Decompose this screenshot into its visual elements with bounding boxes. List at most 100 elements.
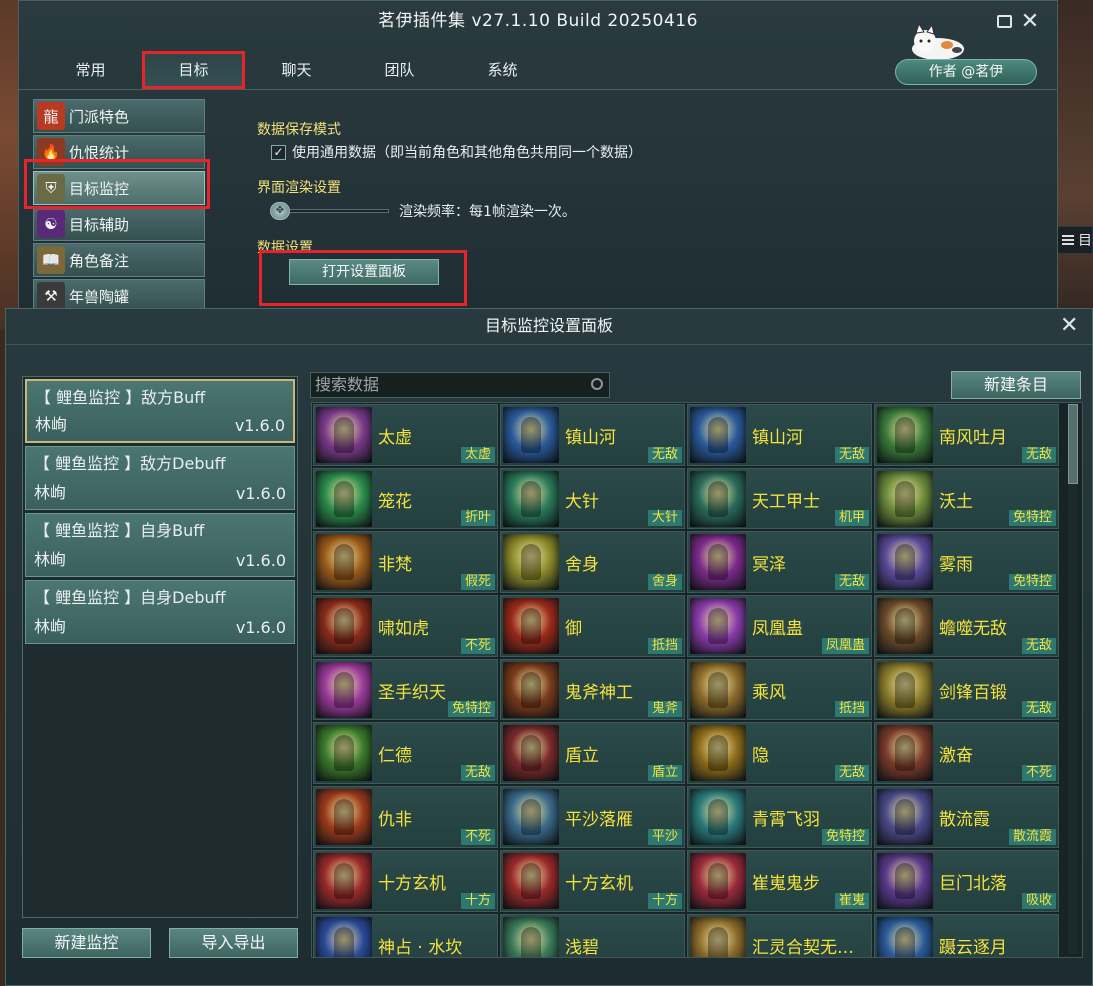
skill-entry[interactable]: 笼花 折叶 (313, 467, 498, 530)
skill-name: 乘风 (752, 682, 786, 703)
purple-figure-icon: ☯ (37, 210, 65, 238)
monitor-version: v1.6.0 (235, 484, 286, 503)
skill-entry[interactable]: 盾立 盾立 (500, 722, 685, 785)
skill-entry[interactable]: 激奋 不死 (874, 722, 1059, 785)
skill-entry[interactable]: 散流霞 散流霞 (874, 786, 1059, 848)
import-export-button[interactable]: 导入导出 (169, 928, 298, 958)
skill-tag: 太虚 (460, 446, 495, 463)
skill-entry[interactable]: 神占 · 水坎 (313, 913, 498, 957)
skill-icon (316, 725, 372, 782)
plugin-main-window: 茗伊插件集 v27.1.10 Build 20250416 ✕ 常用 目标 聊天… (18, 0, 1058, 316)
skill-icon (690, 661, 746, 718)
skill-entry[interactable]: 凤凰蛊 凤凰蛊 (687, 595, 872, 657)
scrollbar-thumb[interactable] (1068, 404, 1078, 484)
skill-entry[interactable]: 雾雨 免特控 (874, 531, 1059, 594)
skill-entry[interactable]: 镇山河 无敌 (500, 404, 685, 466)
skill-entry[interactable]: 南风吐月 无敌 (874, 404, 1059, 466)
skill-entry[interactable]: 蟾噬无敌 无敌 (874, 595, 1059, 657)
skill-entry[interactable]: 隐无敌 (687, 722, 872, 785)
skill-entry[interactable]: 巨门北落 吸收 (874, 849, 1059, 912)
search-input[interactable]: 搜索数据 (310, 372, 610, 398)
skill-name: 隐 (752, 746, 769, 767)
monitor-item[interactable]: 【 鲤鱼监控 】敌方Buff 林峋 v1.6.0 (25, 379, 295, 443)
skill-entry[interactable]: 仁德 无敌 (313, 722, 498, 785)
sidebar-item-sect-feature[interactable]: 龍 门派特色 (33, 99, 205, 133)
skill-icon (690, 916, 746, 957)
side-list-tag[interactable]: 目 (1057, 226, 1093, 254)
skill-entry[interactable]: 舍身 舍身 (500, 531, 685, 594)
skill-entry[interactable]: 沃土 免特控 (874, 467, 1059, 530)
list-icon (1062, 235, 1074, 245)
skill-icon (316, 598, 372, 655)
skill-name: 御 (565, 619, 582, 640)
render-title: 界面渲染设置 (257, 180, 341, 196)
skill-entry[interactable]: 仇非 不死 (313, 786, 498, 848)
skill-entry[interactable]: 大针 大针 (500, 467, 685, 530)
skill-name: 十方玄机 (378, 873, 446, 894)
skill-entry[interactable]: 鬼斧神工 鬼斧 (500, 658, 685, 721)
maximize-button[interactable] (993, 11, 1015, 33)
tab-system[interactable]: 系统 (451, 51, 554, 89)
monitor-item[interactable]: 【 鲤鱼监控 】敌方Debuff 林峋 v1.6.0 (25, 446, 295, 510)
skill-name: 十方玄机 (565, 873, 633, 894)
skill-tag: 无敌 (834, 574, 869, 591)
skill-entry[interactable]: 镇山河 无敌 (687, 404, 872, 466)
skill-entry[interactable]: 御抵挡 (500, 595, 685, 657)
shared-data-option[interactable]: ✓ 使用通用数据（即当前角色和其他角色共用同一个数据） (271, 141, 857, 163)
skill-name: 巨门北落 (939, 873, 1007, 894)
skill-tag: 崔嵬 (834, 892, 869, 909)
skill-entry[interactable]: 浅碧 (500, 913, 685, 958)
skill-entry[interactable]: 天工甲士 机甲 (687, 467, 872, 530)
save-mode-title: 数据保存模式 (257, 122, 341, 138)
skill-icon (503, 725, 559, 782)
new-entry-button[interactable]: 新建条目 (951, 371, 1081, 399)
skill-tag: 无敌 (834, 446, 869, 463)
skill-icon (877, 470, 933, 527)
skill-icon (316, 916, 372, 957)
scrollbar[interactable] (1068, 404, 1078, 954)
skill-entry[interactable]: 汇灵合契无… (687, 913, 872, 957)
monitor-version: v1.6.0 (234, 416, 285, 435)
skill-icon (877, 534, 933, 591)
skill-entry[interactable]: 十方玄机 十方 (313, 849, 498, 912)
skill-entry[interactable]: 平沙落雁 平沙 (500, 786, 685, 848)
skill-entry[interactable]: 蹑云逐月 (874, 913, 1059, 957)
render-frequency-slider[interactable]: ✥ (270, 202, 389, 220)
skill-entry[interactable]: 崔嵬鬼步 崔嵬 (687, 849, 872, 912)
skill-entry[interactable]: 乘风抵挡 (687, 658, 872, 721)
monitor-item[interactable]: 【 鲤鱼监控 】自身Debuff 林峋 v1.6.0 (25, 580, 295, 644)
main-tabs: 常用 目标 聊天 团队 系统 (39, 51, 554, 89)
monitor-item[interactable]: 【 鲤鱼监控 】自身Buff 林峋 v1.6.0 (25, 513, 295, 577)
tab-target[interactable]: 目标 (142, 51, 245, 89)
skill-name: 雾雨 (939, 555, 973, 576)
sidebar-item-role-note[interactable]: 📖 角色备注 (33, 243, 205, 277)
skill-entry[interactable]: 冥泽 无敌 (687, 531, 872, 594)
tab-team[interactable]: 团队 (348, 51, 451, 89)
skill-entry[interactable]: 太虚 太虚 (313, 404, 498, 466)
skill-entry[interactable]: 剑锋百锻 无敌 (874, 658, 1059, 721)
skill-entry[interactable]: 青霄飞羽 免特控 (687, 786, 872, 848)
sidebar-item-target-assist[interactable]: ☯ 目标辅助 (33, 207, 205, 241)
panel-close-button[interactable]: ✕ (1060, 313, 1078, 338)
skill-entry[interactable]: 非梵 假死 (313, 531, 498, 594)
skill-entry[interactable]: 圣手织天 免特控 (313, 658, 498, 721)
new-monitor-button[interactable]: 新建监控 (22, 928, 151, 958)
skill-name: 浅碧 (565, 937, 599, 958)
close-button[interactable]: ✕ (1019, 11, 1041, 33)
monitor-name: 【 鲤鱼监控 】敌方Buff (35, 388, 206, 407)
skill-icon (316, 852, 372, 909)
skill-name: 散流霞 (939, 810, 990, 831)
skill-tag: 无敌 (834, 765, 869, 782)
slider-knob-icon[interactable]: ✥ (270, 202, 290, 220)
skill-tag: 抵挡 (834, 701, 869, 718)
author-badge[interactable]: 作者 @茗伊 (895, 59, 1037, 85)
skill-name: 盾立 (565, 746, 599, 767)
close-icon: ✕ (1060, 313, 1079, 338)
skill-entry[interactable]: 十方玄机 十方 (500, 849, 685, 912)
tab-chat[interactable]: 聊天 (245, 51, 348, 89)
side-list-label: 目 (1078, 233, 1092, 249)
maximize-icon (996, 15, 1012, 28)
skill-entry[interactable]: 啸如虎 不死 (313, 595, 498, 657)
tab-common[interactable]: 常用 (39, 51, 142, 89)
checkbox-checked-icon[interactable]: ✓ (271, 144, 286, 160)
